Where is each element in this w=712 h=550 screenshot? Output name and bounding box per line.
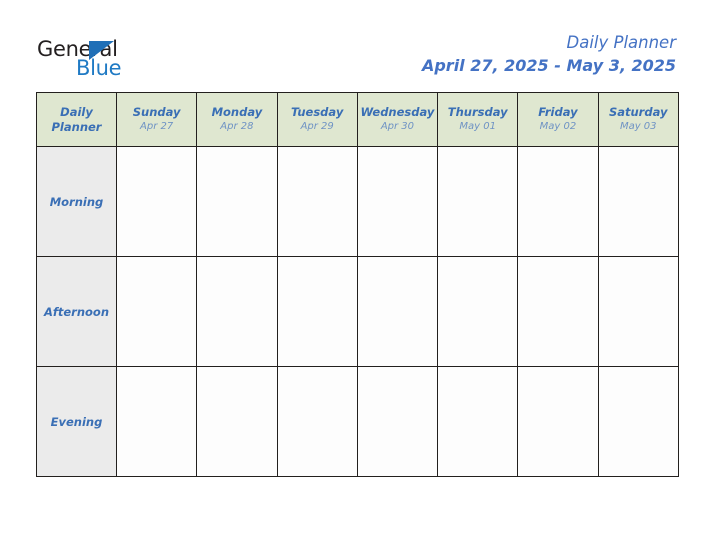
title-block: Daily Planner April 27, 2025 - May 3, 20… (422, 32, 676, 76)
column-header-date: Apr 29 (300, 121, 334, 132)
slot-cell-afternoon-tuesday[interactable] (276, 256, 358, 367)
slot-cell-evening-sunday[interactable] (115, 366, 198, 477)
column-header-thursday[interactable]: Thursday May 01 (437, 92, 519, 147)
column-header-day: Monday (211, 105, 263, 119)
planner-row-afternoon: Afternoon (36, 256, 679, 367)
column-header-date: Apr 28 (220, 121, 254, 132)
planner-corner-header: Daily Planner (36, 92, 117, 147)
column-header-date: May 03 (619, 121, 657, 132)
slot-cell-morning-sunday[interactable] (115, 146, 198, 257)
column-header-day: Thursday (447, 105, 508, 119)
planner-grid: Daily Planner Sunday Apr 27 Monday Apr 2… (36, 92, 679, 477)
column-header-date: Apr 27 (140, 121, 174, 132)
slot-cell-morning-saturday[interactable] (597, 146, 679, 257)
slot-cell-morning-thursday[interactable] (437, 146, 519, 257)
slot-cell-afternoon-sunday[interactable] (115, 256, 198, 367)
row-label: Morning (49, 194, 104, 209)
row-label-cell-morning: Morning (36, 146, 117, 257)
column-header-date: Apr 30 (380, 121, 415, 132)
slot-cell-afternoon-saturday[interactable] (597, 256, 679, 367)
slot-cell-evening-wednesday[interactable] (356, 366, 439, 477)
column-header-tuesday[interactable]: Tuesday Apr 29 (276, 92, 358, 147)
page-title: Daily Planner (566, 33, 677, 52)
logo-text-blue: Blue (76, 56, 122, 80)
row-label-cell-afternoon: Afternoon (36, 256, 117, 367)
daily-planner-page: General Blue Daily Planner April 27, 202… (0, 0, 712, 550)
slot-cell-afternoon-monday[interactable] (196, 256, 278, 367)
slot-cell-afternoon-wednesday[interactable] (356, 256, 439, 367)
slot-cell-morning-tuesday[interactable] (276, 146, 358, 257)
column-header-day: Tuesday (290, 105, 344, 119)
column-header-date: May 01 (459, 121, 496, 132)
slot-cell-evening-saturday[interactable] (597, 366, 679, 477)
row-label: Evening (50, 414, 103, 429)
slot-cell-evening-thursday[interactable] (437, 366, 519, 477)
planner-row-evening: Evening (36, 366, 679, 477)
column-header-saturday[interactable]: Saturday May 03 (597, 92, 679, 147)
page-header: General Blue Daily Planner April 27, 202… (0, 0, 712, 92)
general-blue-logo: General Blue (37, 39, 187, 83)
slot-cell-morning-friday[interactable] (517, 146, 599, 257)
slot-cell-evening-tuesday[interactable] (276, 366, 358, 477)
row-label: Afternoon (43, 304, 110, 319)
column-header-friday[interactable]: Friday May 02 (517, 92, 599, 147)
slot-cell-afternoon-thursday[interactable] (437, 256, 519, 367)
column-header-wednesday[interactable]: Wednesday Apr 30 (356, 92, 439, 147)
slot-cell-afternoon-friday[interactable] (517, 256, 599, 367)
slot-cell-evening-monday[interactable] (196, 366, 278, 477)
column-header-monday[interactable]: Monday Apr 28 (196, 92, 278, 147)
slot-cell-morning-wednesday[interactable] (356, 146, 439, 257)
row-label-cell-evening: Evening (36, 366, 117, 477)
column-header-day: Friday (538, 105, 578, 119)
slot-cell-morning-monday[interactable] (196, 146, 278, 257)
date-range-subtitle: April 27, 2025 - May 3, 2025 (421, 56, 676, 75)
column-header-sunday[interactable]: Sunday Apr 27 (115, 92, 198, 147)
planner-header-row: Daily Planner Sunday Apr 27 Monday Apr 2… (36, 92, 679, 147)
planner-row-morning: Morning (36, 146, 679, 257)
corner-label-line1: Daily (60, 104, 93, 119)
column-header-date: May 02 (539, 121, 577, 132)
column-header-day: Sunday (132, 105, 181, 119)
column-header-day: Wednesday (360, 105, 435, 119)
column-header-day: Saturday (608, 105, 668, 119)
slot-cell-evening-friday[interactable] (517, 366, 599, 477)
corner-label-line2: Planner (51, 119, 102, 134)
